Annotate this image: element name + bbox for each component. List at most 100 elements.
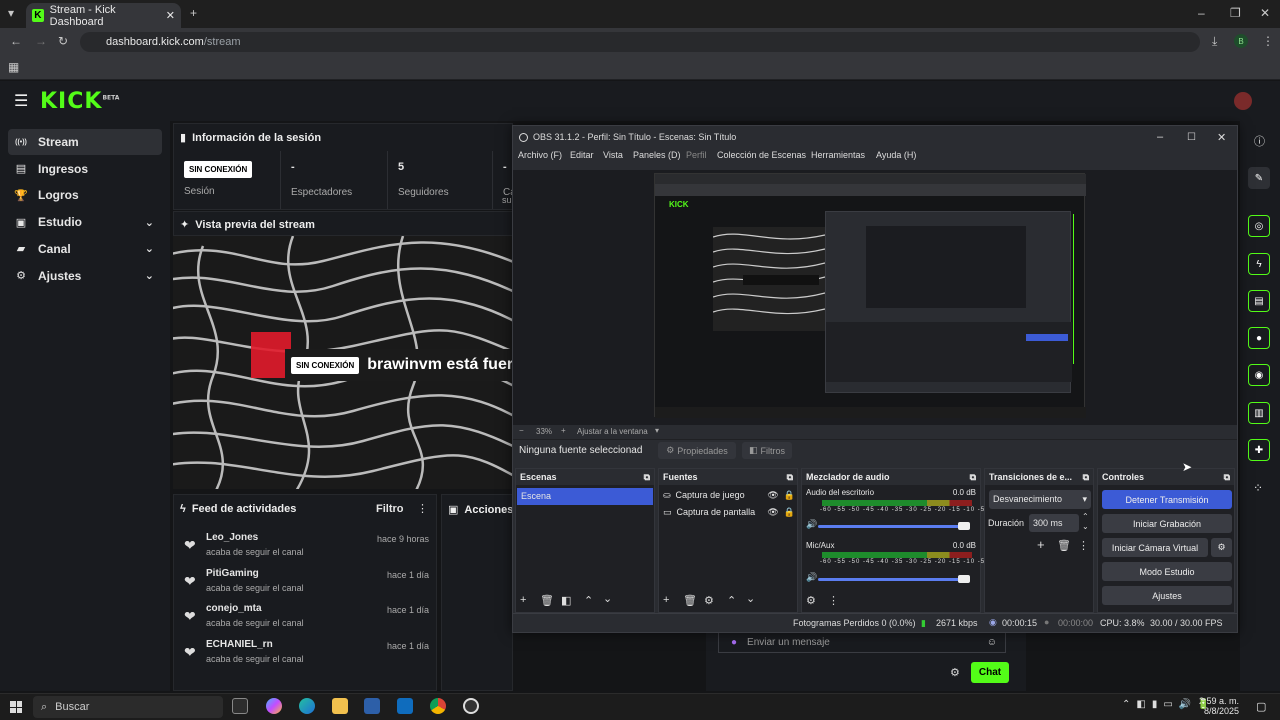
fader-knob[interactable] xyxy=(958,522,970,530)
feed-filter-button[interactable]: Filtro xyxy=(376,503,404,515)
more-options-icon[interactable]: ⁘ xyxy=(1253,481,1263,495)
obs-menu-item[interactable]: Herramientas xyxy=(811,150,865,160)
browser-tab[interactable]: K Stream - Kick Dashboard ✕ xyxy=(26,3,181,28)
start-virtual-camera-button[interactable]: Iniciar Cámara Virtual xyxy=(1102,538,1208,557)
speaker-icon[interactable]: 🔊 xyxy=(806,519,817,530)
dock-float-icon[interactable]: ⧉ xyxy=(970,472,976,482)
chat-send-button[interactable]: Chat xyxy=(971,662,1009,683)
obs-menu-item[interactable]: Perfil xyxy=(686,150,707,160)
volume-fader[interactable] xyxy=(818,522,970,530)
source-item[interactable]: ⛀ Captura de juego 👁 🔒 xyxy=(663,490,795,501)
copilot-icon[interactable] xyxy=(266,698,282,714)
fader-knob[interactable] xyxy=(958,575,970,583)
user-avatar[interactable] xyxy=(1234,92,1252,110)
obs-menu-item[interactable]: Paneles (D) xyxy=(633,150,681,160)
windows-start-icon[interactable] xyxy=(10,701,22,713)
info-icon[interactable]: ⓘ xyxy=(1254,133,1265,149)
wrench-icon[interactable]: ✚ xyxy=(1248,439,1270,461)
studio-mode-button[interactable]: Modo Estudio xyxy=(1102,562,1232,581)
feed-item[interactable]: ❤ ECHANIEL_rn acaba de seguir el canal hace… xyxy=(184,639,429,669)
tab-list-icon[interactable]: ▾ xyxy=(8,6,14,20)
follower-name[interactable]: ECHANIEL_rn xyxy=(206,639,273,650)
transition-menu-icon[interactable]: ⋮ xyxy=(1078,539,1089,552)
back-icon[interactable]: ← xyxy=(10,34,22,48)
new-tab-icon[interactable]: + xyxy=(190,6,197,20)
add-transition-icon[interactable]: + xyxy=(1037,537,1045,552)
speaker-icon[interactable]: 🔊 xyxy=(806,572,817,583)
dock-float-icon[interactable]: ⧉ xyxy=(787,472,793,482)
close-window-icon[interactable]: ✕ xyxy=(1260,6,1270,20)
zoom-dropdown-icon[interactable]: ▾ xyxy=(655,426,659,435)
obs-maximize-icon[interactable]: ☐ xyxy=(1187,132,1196,143)
url-bar[interactable]: dashboard.kick.com/stream xyxy=(80,32,1200,52)
mixer-menu-icon[interactable]: ⋮ xyxy=(828,594,839,607)
transition-select[interactable]: Desvanecimiento ▾ xyxy=(989,490,1091,509)
mic-icon[interactable]: ● xyxy=(731,637,737,648)
move-down-icon[interactable]: ⌄ xyxy=(603,592,612,605)
notifications-icon[interactable]: ▢ xyxy=(1256,700,1266,713)
minimize-icon[interactable]: – xyxy=(1198,6,1205,20)
chevron-down-icon[interactable]: ⌄ xyxy=(145,216,154,229)
feed-menu-icon[interactable]: ⋮ xyxy=(417,502,428,515)
visibility-eye-icon[interactable]: 👁 xyxy=(767,490,778,501)
emoji-icon[interactable]: ☺ xyxy=(987,637,997,648)
hamburger-menu-icon[interactable]: ☰ xyxy=(14,91,28,111)
properties-button[interactable]: ⚙ Propiedades xyxy=(658,442,736,459)
mixer-settings-icon[interactable]: ⚙ xyxy=(806,594,816,607)
follower-name[interactable]: PitiGaming xyxy=(206,568,259,579)
obs-preview-area[interactable]: KICK xyxy=(513,170,1237,425)
reload-icon[interactable]: ↻ xyxy=(58,34,68,48)
chat-settings-icon[interactable]: ⚙ xyxy=(950,666,960,679)
start-recording-button[interactable]: Iniciar Grabación xyxy=(1102,514,1232,533)
obs-menu-item[interactable]: Editar xyxy=(570,150,594,160)
stepper-up-icon[interactable]: ⌃ xyxy=(1082,512,1089,521)
scene-item[interactable]: Escena xyxy=(517,488,653,505)
edit-icon[interactable]: ✎ xyxy=(1248,167,1270,189)
chat-input[interactable]: ● Enviar un mensaje ☺ xyxy=(718,633,1006,653)
add-source-icon[interactable]: + xyxy=(663,594,669,606)
chevron-down-icon[interactable]: ⌄ xyxy=(145,242,154,255)
system-tray-icons[interactable]: ⌃◧▮▭🔊🔋 xyxy=(1122,699,1216,710)
sidebar-item-stream[interactable]: ((•)) Stream xyxy=(8,129,162,155)
taskbar-search[interactable]: ⌕ Buscar xyxy=(33,696,223,718)
dock-float-icon[interactable]: ⧉ xyxy=(1224,472,1230,482)
close-tab-icon[interactable]: ✕ xyxy=(166,9,175,22)
fit-window-label[interactable]: Ajustar a la ventana xyxy=(577,427,648,436)
move-down-icon[interactable]: ⌄ xyxy=(746,592,755,605)
visibility-eye-icon[interactable]: 👁 xyxy=(767,507,778,518)
remove-transition-icon[interactable]: 🗑 xyxy=(1057,539,1071,552)
scene-filter-icon[interactable]: ◧ xyxy=(561,594,571,607)
obs-taskbar-icon[interactable] xyxy=(463,698,479,714)
chrome-icon[interactable] xyxy=(430,698,446,714)
move-up-icon[interactable]: ⌃ xyxy=(584,594,593,607)
profile-avatar[interactable]: B xyxy=(1234,34,1248,48)
obs-close-icon[interactable]: ✕ xyxy=(1217,131,1226,144)
lock-icon[interactable]: 🔒 xyxy=(784,490,795,501)
filters-button[interactable]: ◧ Filtros xyxy=(742,442,792,459)
feed-item[interactable]: ❤ PitiGaming acaba de seguir el canal hace … xyxy=(184,568,429,598)
source-settings-icon[interactable]: ⚙ xyxy=(704,594,714,607)
forward-icon[interactable]: → xyxy=(35,34,47,48)
feed-item[interactable]: ❤ conejo_mta acaba de seguir el canal hace … xyxy=(184,603,429,633)
sidebar-item-canal[interactable]: ▰ Canal ⌄ xyxy=(8,236,162,262)
layout-icon[interactable]: ▥ xyxy=(1248,402,1270,424)
obs-minimize-icon[interactable]: – xyxy=(1157,131,1163,143)
kick-logo[interactable]: KICKBETA xyxy=(40,89,119,114)
task-view-icon[interactable] xyxy=(232,698,248,714)
broadcast-icon[interactable]: ◉ xyxy=(1248,364,1270,386)
dock-float-icon[interactable]: ⧉ xyxy=(644,472,650,482)
remove-source-icon[interactable]: 🗑 xyxy=(683,594,697,607)
store-icon[interactable] xyxy=(364,698,380,714)
sidebar-item-logros[interactable]: 🏆 Logros xyxy=(8,182,162,208)
target-icon[interactable]: ◎ xyxy=(1248,215,1270,237)
sidebar-item-ingresos[interactable]: ▤ Ingresos xyxy=(8,156,162,182)
add-scene-icon[interactable]: + xyxy=(520,594,526,606)
obs-menu-item[interactable]: Colección de Escenas xyxy=(717,150,806,160)
virtual-camera-settings-icon[interactable]: ⚙ xyxy=(1211,538,1232,557)
zoom-out-icon[interactable]: − xyxy=(519,426,524,435)
obs-menu-item[interactable]: Vista xyxy=(603,150,623,160)
menu-dots-icon[interactable]: ⋮ xyxy=(1262,34,1274,48)
obs-menu-item[interactable]: Ayuda (H) xyxy=(876,150,916,160)
stepper-down-icon[interactable]: ⌄ xyxy=(1082,522,1089,531)
edge-icon[interactable] xyxy=(299,698,315,714)
